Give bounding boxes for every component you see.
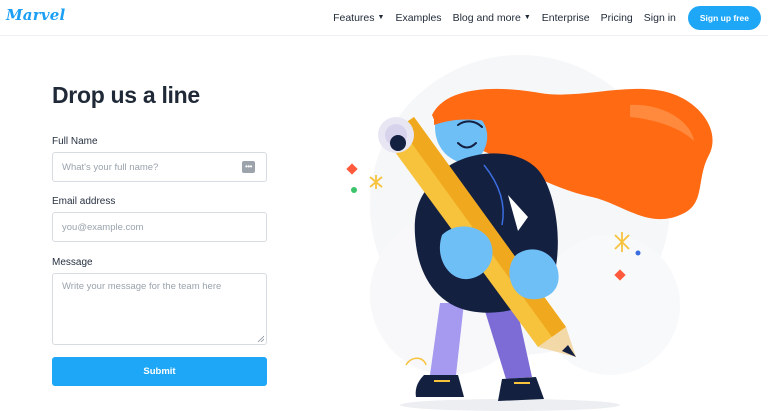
nav-item-label: Features	[333, 11, 375, 24]
marvel-logo[interactable]: Marvel	[6, 6, 65, 24]
page-title: Drop us a line	[52, 82, 200, 108]
nav-menu: Features ▼ Examples Blog and more ▼ Ente…	[333, 0, 768, 35]
shoes	[415, 375, 544, 401]
hero-illustration	[346, 55, 713, 411]
nav-item-label: Pricing	[600, 11, 633, 24]
nav-item-label: Enterprise	[541, 11, 590, 24]
more-dots-icon[interactable]: •••	[242, 161, 255, 173]
chevron-down-icon: ▼	[523, 14, 531, 21]
message-placeholder: Write your message for the team here	[62, 281, 222, 292]
full-name-input[interactable]: What's your full name? •••	[52, 152, 267, 182]
email-input[interactable]: you@example.com	[52, 212, 267, 242]
message-textarea[interactable]: Write your message for the team here	[52, 273, 267, 345]
top-navbar: Marvel Features ▼ Examples Blog and more…	[0, 0, 768, 36]
chevron-down-icon: ▼	[377, 14, 385, 21]
full-name-label: Full Name	[52, 136, 98, 147]
full-name-placeholder: What's your full name?	[62, 162, 159, 173]
nav-item-examples[interactable]: Examples	[395, 12, 441, 24]
nav-item-pricing[interactable]: Pricing	[601, 12, 633, 24]
nav-item-blog-and-more[interactable]: Blog and more ▼	[453, 12, 531, 24]
email-label: Email address	[52, 196, 116, 207]
nav-item-label: Examples	[395, 11, 442, 24]
sign-up-free-button[interactable]: Sign up free	[687, 5, 761, 30]
email-placeholder: you@example.com	[62, 222, 144, 233]
nav-item-label: Sign in	[643, 11, 676, 24]
nav-item-sign-in[interactable]: Sign in	[644, 12, 676, 24]
nav-item-enterprise[interactable]: Enterprise	[542, 12, 590, 24]
submit-button[interactable]: Submit	[52, 357, 267, 386]
message-label: Message	[52, 257, 93, 268]
resize-handle-icon[interactable]	[257, 335, 264, 342]
nav-item-label: Blog and more	[452, 11, 521, 24]
nav-item-features[interactable]: Features ▼	[333, 12, 384, 24]
